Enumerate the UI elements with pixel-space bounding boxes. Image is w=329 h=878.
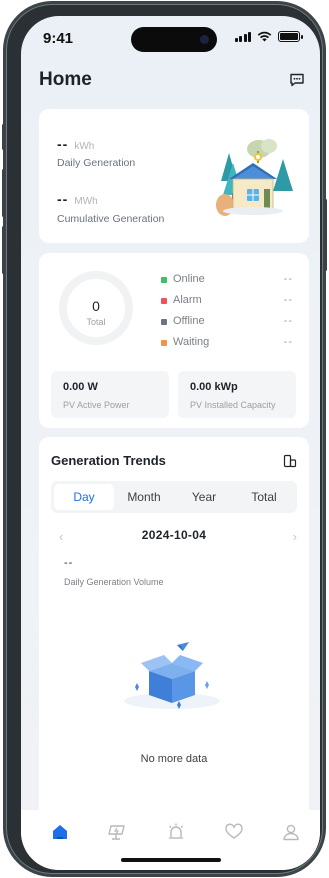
status-time: 9:41 <box>43 30 74 47</box>
legend-waiting-value: -- <box>283 336 293 348</box>
waiting-status-dot <box>161 340 167 346</box>
profile-icon[interactable] <box>281 822 301 842</box>
pv-installed-capacity-value: 0.00 kWp <box>190 381 238 393</box>
legend-online: Online -- <box>161 273 293 287</box>
tab-day[interactable]: Day <box>54 484 114 510</box>
tab-year[interactable]: Year <box>174 484 234 510</box>
daily-generation-volume-value: -- <box>64 557 74 569</box>
empty-box-icon <box>124 642 220 709</box>
page-title: Home <box>39 69 92 90</box>
legend-waiting: Waiting -- <box>161 336 293 350</box>
plant-total-value: 0 <box>92 298 100 314</box>
empty-state-text: No more data <box>140 753 208 765</box>
pv-active-power-label: PV Active Power <box>63 400 130 410</box>
plant-total-label: Total <box>86 317 106 327</box>
alarm-status-dot <box>161 298 167 304</box>
home-indicator[interactable] <box>121 858 221 862</box>
pv-installed-capacity-tile[interactable]: 0.00 kWp PV Installed Capacity <box>178 371 296 418</box>
generation-trends-card: Generation Trends Day Month Year Total ‹… <box>39 437 309 817</box>
status-bar: 9:41 <box>21 16 320 60</box>
power-station-icon[interactable] <box>107 822 127 842</box>
message-icon[interactable] <box>289 72 305 88</box>
bottom-tab-bar <box>21 810 320 870</box>
legend-online-value: -- <box>283 273 293 285</box>
tab-month[interactable]: Month <box>114 484 174 510</box>
landscape-rotate-icon[interactable] <box>283 454 297 468</box>
period-tabs: Day Month Year Total <box>51 481 297 513</box>
alarm-icon[interactable] <box>166 822 186 842</box>
next-date-chevron-icon[interactable]: › <box>293 529 297 544</box>
battery-icon <box>278 31 303 42</box>
daily-generation-value: -- kWh <box>57 136 95 152</box>
tab-total[interactable]: Total <box>234 484 294 510</box>
cumulative-generation-unit: MWh <box>74 196 98 207</box>
daily-generation-unit: kWh <box>74 141 95 152</box>
home-icon[interactable] <box>50 822 70 842</box>
legend-alarm-label: Alarm <box>173 294 202 306</box>
status-icons <box>234 31 303 42</box>
generation-summary-card[interactable]: -- kWh Daily Generation -- MWh Cumulative … <box>39 109 309 243</box>
legend-alarm-value: -- <box>283 294 293 306</box>
legend-waiting-label: Waiting <box>173 336 210 348</box>
volume-down-button <box>2 226 5 274</box>
dynamic-island <box>131 27 217 52</box>
offline-status-dot <box>161 319 167 325</box>
plant-status-card[interactable]: 0 Total Online -- Alarm -- Offline -- Wa… <box>39 253 309 428</box>
pv-active-power-tile[interactable]: 0.00 W PV Active Power <box>51 371 169 418</box>
plant-total-donut: 0 Total <box>59 271 133 345</box>
legend-online-label: Online <box>173 273 205 285</box>
app-screen: 9:41 Home -- kWh Daily Generation -- MWh… <box>21 16 320 870</box>
legend-offline-label: Offline <box>173 315 205 327</box>
power-button <box>324 199 327 271</box>
selected-date[interactable]: 2024-10-04 <box>39 528 309 542</box>
online-status-dot <box>161 277 167 283</box>
cellular-signal-icon <box>234 31 251 42</box>
wifi-icon <box>257 31 272 42</box>
mute-switch <box>2 124 5 150</box>
pv-active-power-value: 0.00 W <box>63 381 98 393</box>
cumulative-generation-value: -- MWh <box>57 191 98 207</box>
cumulative-generation-label: Cumulative Generation <box>57 213 165 225</box>
generation-trends-title: Generation Trends <box>51 453 166 468</box>
service-heart-icon[interactable] <box>224 822 244 842</box>
phone-frame: 9:41 Home -- kWh Daily Generation -- MWh… <box>2 4 327 874</box>
pv-installed-capacity-label: PV Installed Capacity <box>190 400 276 410</box>
daily-generation-volume-label: Daily Generation Volume <box>64 577 164 587</box>
legend-offline-value: -- <box>283 315 293 327</box>
legend-offline: Offline -- <box>161 315 293 329</box>
solar-house-illustration <box>216 139 293 216</box>
legend-alarm: Alarm -- <box>161 294 293 308</box>
volume-up-button <box>2 169 5 217</box>
daily-generation-label: Daily Generation <box>57 157 136 169</box>
